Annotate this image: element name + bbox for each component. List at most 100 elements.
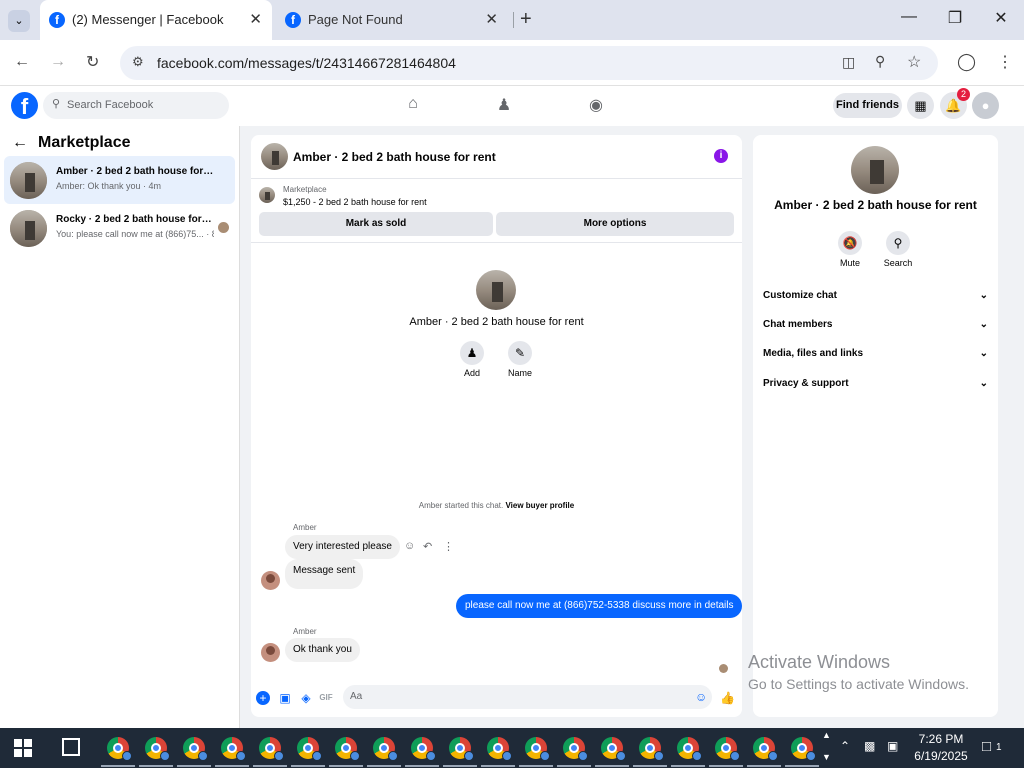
tab-messenger[interactable]: f (2) Messenger | Facebook ✕ [40,0,272,40]
scroll-down-icon[interactable]: ▼ [822,752,831,762]
groups-icon[interactable]: ◉ [586,95,606,115]
search-icon[interactable]: ⚲ [886,231,910,255]
chrome-taskbar-icon[interactable] [601,737,626,761]
chrome-taskbar-icon[interactable] [753,737,778,761]
conversation-preview: You: please call now me at (866)75... · … [56,229,214,239]
message-bubble[interactable]: Message sent [285,559,364,589]
chrome-taskbar-icon[interactable] [335,737,360,761]
chrome-taskbar-icon[interactable] [677,737,702,761]
chat-title[interactable]: Amber · 2 bed 2 bath house for rent [293,150,496,164]
emoji-icon[interactable]: ☺ [695,690,707,704]
amber-avatar[interactable] [261,571,280,590]
listing-thumbnail [259,187,275,203]
network-icon[interactable]: ▣ [887,739,898,753]
url-text[interactable]: facebook.com/messages/t/2431466728146480… [157,55,456,71]
back-arrow-icon[interactable]: ← [12,134,28,152]
info-icon[interactable]: i [714,149,728,163]
restore-icon[interactable]: ❐ [940,8,970,28]
image-icon[interactable]: ▣ [278,691,292,705]
message-bubble-outgoing[interactable]: please call now me at (866)752-5338 disc… [456,594,742,618]
started-text: Amber started this chat. [418,501,504,510]
chat-started-note: Amber started this chat. View buyer prof… [251,501,742,510]
windows-start-icon[interactable] [14,739,32,757]
listing-price: $1,250 - 2 bed 2 bath house for rent [283,197,427,207]
menu-dots-icon[interactable]: ⋮ [997,52,1013,72]
new-tab-plus-icon[interactable]: + [520,8,532,31]
reply-icon[interactable]: ↶ [423,540,432,553]
more-options-button[interactable]: More options [496,212,734,236]
tray-device-icon[interactable]: ▩ [864,739,875,753]
section-chat-members[interactable]: Chat members ⌄ [763,319,988,330]
listing-avatar[interactable] [261,143,288,170]
conversation-item-amber[interactable]: Amber · 2 bed 2 bath house for rent Ambe… [4,156,235,204]
chrome-taskbar-icon[interactable] [525,737,550,761]
task-view-icon[interactable] [62,738,80,756]
edit-pencil-icon[interactable]: ✎ [508,341,532,365]
friends-icon[interactable]: ♟ [494,95,514,115]
react-emoji-icon[interactable]: ☺ [404,540,415,552]
scroll-up-icon[interactable]: ▲ [822,730,831,740]
amber-avatar[interactable] [261,643,280,662]
chrome-taskbar-icon[interactable] [791,737,816,761]
chrome-taskbar-icon[interactable] [411,737,436,761]
message-bubble[interactable]: Very interested please [285,535,400,559]
plus-icon[interactable]: + [256,691,270,705]
chrome-taskbar-icon[interactable] [563,737,588,761]
chrome-taskbar-icon[interactable] [373,737,398,761]
back-arrow-icon[interactable]: ← [14,53,30,71]
menu-grid-icon[interactable]: ▦ [907,92,934,119]
chrome-taskbar-icon[interactable] [259,737,284,761]
site-info-icon[interactable]: ⚙ [132,54,144,70]
section-customize-chat[interactable]: Customize chat ⌄ [763,290,988,301]
address-bar[interactable]: ⚙ facebook.com/messages/t/24314667281464… [120,46,938,80]
message-input[interactable]: Aa ☺ [343,685,712,709]
view-buyer-profile-link[interactable]: View buyer profile [505,501,574,510]
find-friends-button[interactable]: Find friends [833,93,902,118]
facebook-logo-icon[interactable]: f [11,92,38,119]
section-privacy-support[interactable]: Privacy & support ⌄ [763,378,988,389]
section-media-files-links[interactable]: Media, files and links ⌄ [763,348,988,359]
tab-search-button[interactable]: ⌄ [8,10,30,32]
profile-icon[interactable]: ◯ [957,52,976,72]
chrome-taskbar-icon[interactable] [639,737,664,761]
home-icon[interactable]: ⌂ [403,95,423,115]
bookmark-star-icon[interactable]: ☆ [907,52,921,72]
more-dots-icon[interactable]: ⋮ [443,540,454,553]
chrome-taskbar-icon[interactable] [715,737,740,761]
conversation-item-rocky[interactable]: Rocky · 2 bed 2 bath house for r... You:… [4,204,235,252]
add-person-icon[interactable]: ♟ [460,341,484,365]
activate-windows-subtitle: Go to Settings to activate Windows. [748,676,969,692]
gif-icon[interactable]: GIF [319,691,333,705]
tray-chevron-up-icon[interactable]: ⌃ [840,739,850,753]
chat-panel: Amber · 2 bed 2 bath house for rent i Ma… [251,135,742,717]
zoom-icon[interactable]: ⚲ [875,53,885,70]
notification-center-icon[interactable]: □ [982,738,991,755]
thumbs-up-icon[interactable]: 👍 [720,691,735,705]
running-indicator [481,765,515,767]
window-close-icon[interactable]: ✕ [986,8,1016,28]
sticker-icon[interactable]: ◈ [299,691,313,705]
running-indicator [519,765,553,767]
mark-as-sold-button[interactable]: Mark as sold [259,212,493,236]
chrome-taskbar-icon[interactable] [221,737,246,761]
chrome-taskbar-icon[interactable] [297,737,322,761]
message-bubble[interactable]: Ok thank you [285,638,360,662]
facebook-search-input[interactable]: ⚲ Search Facebook [43,92,229,119]
chrome-taskbar-icon[interactable] [107,737,132,761]
profile-badge-icon [616,751,626,761]
minimize-icon[interactable]: — [894,8,924,26]
reload-icon[interactable]: ↻ [86,52,99,72]
close-icon[interactable]: ✕ [249,10,262,28]
chrome-taskbar-icon[interactable] [487,737,512,761]
account-avatar[interactable]: ● [972,92,999,119]
chrome-taskbar-icon[interactable] [145,737,170,761]
tab-page-not-found[interactable]: f Page Not Found ✕ [276,0,508,40]
mute-bell-icon[interactable]: 🔕 [838,231,862,255]
clock-time[interactable]: 7:26 PM [912,732,970,746]
close-icon[interactable]: ✕ [485,10,498,28]
forward-arrow-icon[interactable]: → [50,53,66,71]
clock-date[interactable]: 6/19/2025 [912,749,970,763]
chrome-taskbar-icon[interactable] [449,737,474,761]
install-app-icon[interactable]: ◫ [842,54,855,71]
chrome-taskbar-icon[interactable] [183,737,208,761]
